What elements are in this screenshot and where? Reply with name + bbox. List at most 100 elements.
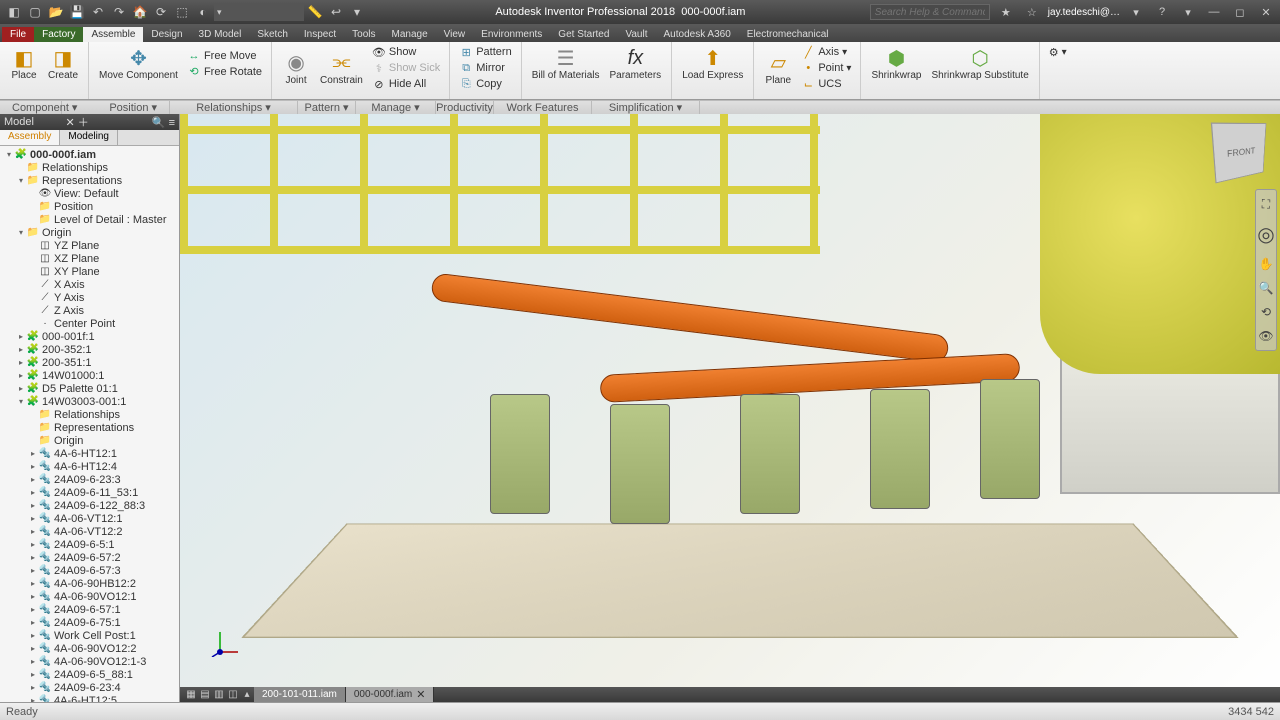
free-move-button[interactable]: ↔Free Move: [184, 48, 265, 64]
tab-manage[interactable]: Manage: [384, 27, 436, 42]
model-tree[interactable]: ▾🧩000-000f.iam📁Relationships▾📁Representa…: [0, 146, 179, 702]
tab-tile4-icon[interactable]: ◫: [226, 688, 240, 701]
tab-sketch[interactable]: Sketch: [249, 27, 296, 42]
panel-label-pattern[interactable]: Pattern ▾: [298, 101, 356, 114]
favorites-icon[interactable]: ▾: [1126, 4, 1146, 20]
tree-item[interactable]: ▸🔩4A-6-HT12:5: [0, 694, 179, 702]
tree-item[interactable]: ⟋Z Axis: [0, 304, 179, 317]
tree-item[interactable]: 👁View: Default: [0, 187, 179, 200]
panel-label-manage[interactable]: Manage ▾: [356, 101, 436, 114]
help-icon[interactable]: ?: [1152, 4, 1172, 20]
place-button[interactable]: ◧Place: [6, 44, 42, 83]
tree-item[interactable]: ▸🔩4A-6-HT12:1: [0, 447, 179, 460]
tree-item[interactable]: 📁Level of Detail : Master: [0, 213, 179, 226]
search-input[interactable]: [870, 4, 990, 20]
tree-item[interactable]: ▸🧩200-351:1: [0, 356, 179, 369]
signin-star-icon[interactable]: ★: [996, 4, 1016, 20]
nav-wheel-icon[interactable]: ◎: [1256, 218, 1276, 250]
tree-item[interactable]: ▸🔩4A-6-HT12:4: [0, 460, 179, 473]
tree-item[interactable]: ◫XY Plane: [0, 265, 179, 278]
tree-item[interactable]: ▸🔩24A09-6-57:3: [0, 564, 179, 577]
plane-button[interactable]: ▱Plane: [760, 49, 796, 88]
app-menu-icon[interactable]: ◧: [4, 3, 24, 21]
tree-item[interactable]: ▸🔩4A-06-90HB12:2: [0, 577, 179, 590]
tab-tile1-icon[interactable]: ▦: [184, 688, 198, 701]
free-rotate-button[interactable]: ⟲Free Rotate: [184, 64, 265, 80]
signin-star2-icon[interactable]: ☆: [1022, 4, 1042, 20]
tree-item[interactable]: ▸🔩24A09-6-57:1: [0, 603, 179, 616]
tree-item[interactable]: 📁Relationships: [0, 408, 179, 421]
nav-full-icon[interactable]: ⛶: [1256, 194, 1276, 214]
tab-up-icon[interactable]: ▴: [240, 688, 254, 701]
update-icon[interactable]: ⟳: [151, 3, 171, 21]
tree-item[interactable]: ▸🔩24A09-6-5:1: [0, 538, 179, 551]
pattern-button[interactable]: ⊞Pattern: [456, 44, 514, 60]
nav-zoom-icon[interactable]: 🔍: [1256, 278, 1276, 298]
close-icon[interactable]: ✕: [1256, 4, 1276, 20]
browser-menu-icon[interactable]: ≡: [169, 117, 175, 129]
tree-item[interactable]: ▾📁Representations: [0, 174, 179, 187]
tree-item[interactable]: ⟋X Axis: [0, 278, 179, 291]
bom-button[interactable]: ☰Bill of Materials: [528, 44, 604, 83]
browser-tab-modeling[interactable]: Modeling: [60, 130, 118, 145]
tree-item[interactable]: ▸🔩24A09-6-75:1: [0, 616, 179, 629]
open-icon[interactable]: 📂: [46, 3, 66, 21]
tab-autodesk-a360[interactable]: Autodesk A360: [656, 27, 739, 42]
tree-item[interactable]: ▸🧩000-001f:1: [0, 330, 179, 343]
tree-item[interactable]: ▸🧩200-352:1: [0, 343, 179, 356]
shrinkwrap-button[interactable]: ⬢Shrinkwrap: [867, 44, 925, 83]
browser-search-icon[interactable]: 🔍: [152, 117, 166, 129]
new-icon[interactable]: ▢: [25, 3, 45, 21]
tab-file[interactable]: File: [2, 27, 34, 42]
nav-orbit-icon[interactable]: ⟲: [1256, 302, 1276, 322]
user-account[interactable]: jay.tedeschi@…: [1048, 7, 1120, 18]
tree-item[interactable]: ·Center Point: [0, 317, 179, 330]
tab-assemble[interactable]: Assemble: [83, 27, 143, 42]
maximize-icon[interactable]: ◻: [1230, 4, 1250, 20]
redo-icon[interactable]: ↷: [109, 3, 129, 21]
tab-inspect[interactable]: Inspect: [296, 27, 344, 42]
minimize-icon[interactable]: —: [1204, 4, 1224, 20]
copy-button[interactable]: ⎘Copy: [456, 76, 514, 92]
return-icon[interactable]: ↩: [326, 3, 346, 21]
panel-label-component[interactable]: Component ▾: [0, 101, 62, 114]
shrinkwrap-sub-button[interactable]: ⬡Shrinkwrap Substitute: [927, 44, 1032, 83]
tree-item[interactable]: ▸🔩24A09-6-23:4: [0, 681, 179, 694]
tree-item[interactable]: ▸🔩24A09-6-57:2: [0, 551, 179, 564]
select-icon[interactable]: ⬚: [172, 3, 192, 21]
panel-label-simplify[interactable]: Simplification ▾: [592, 101, 700, 114]
material-icon[interactable]: ◐: [193, 3, 213, 21]
tab-factory[interactable]: Factory: [34, 27, 83, 42]
save-icon[interactable]: 💾: [67, 3, 87, 21]
constrain-button[interactable]: ⫘Constrain: [316, 49, 367, 88]
help-dropdown-icon[interactable]: ▾: [1178, 4, 1198, 20]
panel-label-workfeatures[interactable]: Work Features: [494, 101, 592, 114]
tree-item[interactable]: ▸🔩4A-06-90VO12:1: [0, 590, 179, 603]
tab-tools[interactable]: Tools: [344, 27, 383, 42]
tree-item[interactable]: ⟋Y Axis: [0, 291, 179, 304]
browser-tab-assembly[interactable]: Assembly: [0, 130, 60, 145]
doc-tab[interactable]: 000-000f.iam ✕: [346, 687, 435, 702]
tab-vault[interactable]: Vault: [617, 27, 655, 42]
tree-item[interactable]: ▸🔩4A-06-90VO12:2: [0, 642, 179, 655]
tree-item[interactable]: 📁Relationships: [0, 161, 179, 174]
measure-icon[interactable]: 📏: [305, 3, 325, 21]
3d-scene[interactable]: FRONT ⛶ ◎ ✋ 🔍 ⟲ 👁: [180, 114, 1280, 702]
panel-label-relationships[interactable]: Relationships ▾: [170, 101, 298, 114]
tree-item[interactable]: ▸🔩4A-06-VT12:1: [0, 512, 179, 525]
mirror-button[interactable]: ⧉Mirror: [456, 60, 514, 76]
tab-3d-model[interactable]: 3D Model: [191, 27, 250, 42]
tree-item[interactable]: ▾📁Origin: [0, 226, 179, 239]
tab-environments[interactable]: Environments: [473, 27, 550, 42]
tree-item[interactable]: ▸🔩24A09-6-5_88:1: [0, 668, 179, 681]
tree-item[interactable]: ▸🔩Work Cell Post:1: [0, 629, 179, 642]
ucs-button[interactable]: ⌙UCS: [798, 76, 854, 92]
viewport[interactable]: FRONT ⛶ ◎ ✋ 🔍 ⟲ 👁 ▦ ▤ ▥ ◫ ▴ 200-101-011.…: [180, 114, 1280, 702]
browser-add-icon[interactable]: ✕ ＋: [65, 117, 88, 129]
load-express-button[interactable]: ⬆Load Express: [678, 44, 747, 83]
ribbon-expand-button[interactable]: ⚙▾: [1046, 44, 1070, 60]
tab-design[interactable]: Design: [143, 27, 190, 42]
tree-item[interactable]: ▸🔩24A09-6-11_53:1: [0, 486, 179, 499]
joint-button[interactable]: ◉Joint: [278, 49, 314, 88]
home-icon[interactable]: 🏠: [130, 3, 150, 21]
